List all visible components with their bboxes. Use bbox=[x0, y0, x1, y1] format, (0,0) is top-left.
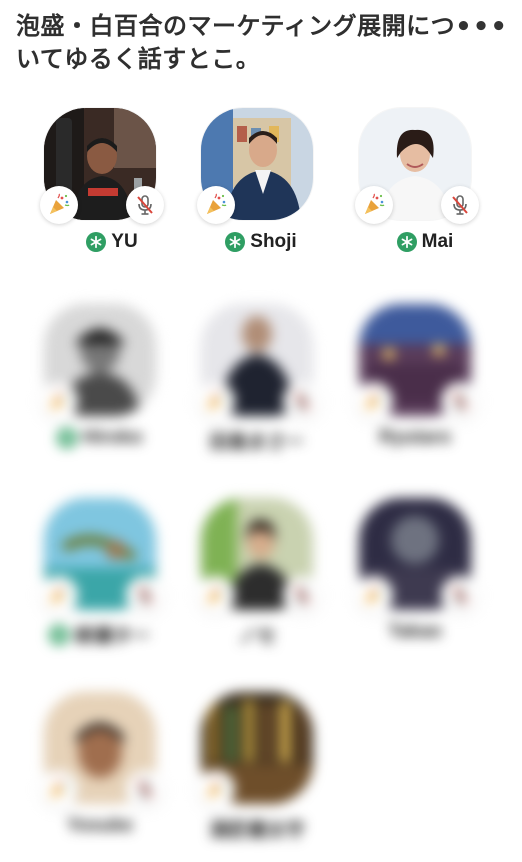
name-row: Ryutaro bbox=[339, 427, 491, 449]
name-row: Takao bbox=[339, 621, 491, 643]
muted-mic-icon bbox=[283, 382, 321, 420]
name-row: 田島まさー bbox=[181, 427, 333, 454]
listener-tile[interactable]: ノセ bbox=[197, 498, 351, 668]
name-row: ノセ bbox=[181, 621, 333, 648]
party-popper-icon bbox=[197, 186, 235, 224]
party-popper-icon bbox=[355, 382, 393, 420]
listener-name: 田島まさー bbox=[209, 432, 305, 453]
name-row: 柳瀬ター bbox=[24, 621, 176, 648]
name-row: 酒匠健太守 bbox=[181, 815, 333, 842]
party-popper-icon bbox=[197, 576, 235, 614]
listener-name: 酒匠健太守 bbox=[209, 820, 305, 841]
speaker-name: Shoji bbox=[250, 231, 297, 252]
muted-mic-icon bbox=[283, 576, 321, 614]
name-row: Shoji bbox=[185, 231, 337, 253]
party-popper-icon bbox=[197, 770, 235, 808]
room-title: 泡盛・白百合のマーケティング展開についてゆるく話すとこ。 bbox=[16, 12, 456, 73]
room-header: 泡盛・白百合のマーケティング展開についてゆるく話すとこ。 bbox=[16, 10, 456, 76]
party-popper-icon bbox=[40, 576, 78, 614]
muted-mic-icon bbox=[441, 576, 479, 614]
listener-name: 柳瀬ター bbox=[74, 626, 151, 647]
new-user-star-icon bbox=[396, 232, 417, 252]
listener-tile[interactable]: Yosuke bbox=[40, 692, 194, 862]
new-user-star-icon bbox=[49, 624, 70, 645]
new-user-star-icon bbox=[57, 428, 78, 448]
speaker-tile[interactable]: Shoji bbox=[197, 108, 351, 278]
listener-tile[interactable]: Hiroko bbox=[40, 304, 194, 474]
speaker-name: Mai bbox=[421, 231, 454, 252]
party-popper-icon bbox=[40, 382, 78, 420]
listener-name: Ryutaro bbox=[379, 427, 451, 448]
listener-tile[interactable]: 田島まさー bbox=[197, 304, 351, 474]
new-user-star-icon bbox=[86, 232, 107, 252]
listener-tile[interactable]: Takao bbox=[355, 498, 509, 668]
listener-name: ノセ bbox=[237, 626, 276, 647]
more-options-button[interactable]: ••• bbox=[455, 12, 508, 42]
listener-name: Hiroko bbox=[82, 427, 143, 448]
speaker-tile[interactable]: YU bbox=[40, 108, 194, 278]
listener-tile[interactable]: Ryutaro bbox=[355, 304, 509, 474]
listener-name: Takao bbox=[388, 621, 442, 642]
listener-tile[interactable]: 酒匠健太守 bbox=[197, 692, 351, 862]
muted-mic-icon bbox=[441, 382, 479, 420]
listener-name: Yosuke bbox=[66, 815, 134, 836]
party-popper-icon bbox=[40, 186, 78, 224]
muted-mic-icon bbox=[126, 770, 164, 808]
party-popper-icon bbox=[197, 382, 235, 420]
speaker-name: YU bbox=[111, 231, 138, 252]
party-popper-icon bbox=[355, 576, 393, 614]
muted-mic-icon bbox=[441, 186, 479, 224]
new-user-star-icon bbox=[225, 232, 246, 252]
name-row: Mai bbox=[349, 231, 501, 253]
party-popper-icon bbox=[355, 186, 393, 224]
party-popper-icon bbox=[40, 770, 78, 808]
listener-tile[interactable]: 柳瀬ター bbox=[40, 498, 194, 668]
name-row: Yosuke bbox=[24, 815, 176, 837]
muted-mic-icon bbox=[126, 186, 164, 224]
name-row: Hiroko bbox=[24, 427, 176, 449]
name-row: YU bbox=[36, 231, 188, 253]
speaker-tile[interactable]: Mai bbox=[355, 108, 509, 278]
muted-mic-icon bbox=[126, 576, 164, 614]
